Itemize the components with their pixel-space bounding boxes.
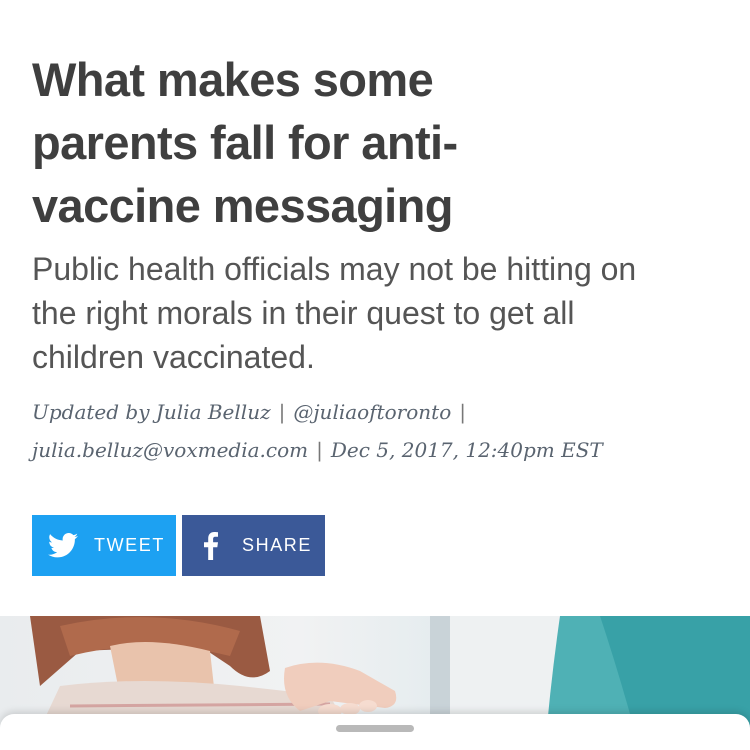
facebook-icon	[204, 531, 218, 560]
twitter-bird-icon	[48, 533, 78, 559]
byline-prefix: Updated by	[32, 400, 150, 424]
twitter-handle-link[interactable]: @juliaoftoronto	[293, 400, 451, 424]
byline-line-2: julia.belluz@voxmedia.com | Dec 5, 2017, 1…	[32, 431, 722, 469]
share-label: SHARE	[242, 535, 313, 555]
byline: Updated by Julia Belluz | @juliaoftoronto |…	[32, 393, 722, 469]
facebook-share-button[interactable]: SHARE	[182, 515, 325, 576]
drag-handle[interactable]	[336, 725, 414, 732]
byline-separator: |	[459, 400, 466, 424]
tweet-label: TWEET	[94, 535, 165, 555]
author-link[interactable]: Julia Belluz	[156, 400, 271, 424]
dek-subtitle: Public health officials may not be hitti…	[32, 251, 637, 375]
share-buttons: TWEET SHARE	[32, 515, 325, 576]
byline-separator: |	[278, 400, 286, 424]
bottom-sheet[interactable]	[0, 714, 750, 750]
byline-separator: |	[316, 438, 323, 462]
headline: What makes some parents fall for anti-va…	[32, 53, 458, 232]
publish-date: Dec 5, 2017, 12:40pm EST	[330, 438, 603, 462]
email-link[interactable]: julia.belluz@voxmedia.com	[32, 438, 308, 462]
article-header: What makes some parents fall for anti-va…	[32, 48, 722, 469]
tweet-button[interactable]: TWEET	[32, 515, 176, 576]
